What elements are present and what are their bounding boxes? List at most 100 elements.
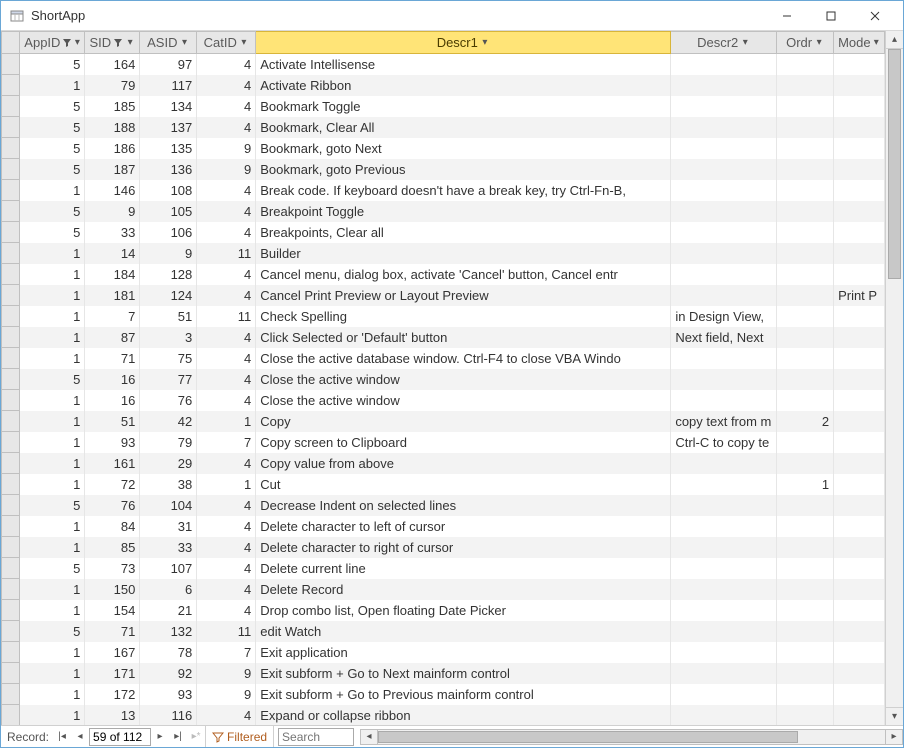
cell-ASID[interactable]: 29: [140, 453, 197, 474]
cell-AppID[interactable]: 1: [20, 684, 85, 705]
cell-ASID[interactable]: 116: [140, 705, 197, 726]
cell-Descr2[interactable]: [671, 495, 777, 516]
cell-SID[interactable]: 33: [85, 222, 140, 243]
record-position-input[interactable]: [89, 728, 151, 746]
table-row[interactable]: 51861359Bookmark, goto Next: [2, 138, 885, 159]
cell-Ordr[interactable]: [777, 600, 834, 621]
row-selector[interactable]: [2, 705, 20, 726]
table-row[interactable]: 1154214Drop combo list, Open floating Da…: [2, 600, 885, 621]
cell-AppID[interactable]: 5: [20, 369, 85, 390]
cell-Descr1[interactable]: Cut: [256, 474, 671, 495]
cell-Descr2[interactable]: [671, 285, 777, 306]
cell-Descr2[interactable]: [671, 558, 777, 579]
cell-SID[interactable]: 164: [85, 54, 140, 75]
row-selector[interactable]: [2, 117, 20, 138]
row-selector[interactable]: [2, 579, 20, 600]
cell-ASID[interactable]: 3: [140, 327, 197, 348]
hscroll-thumb[interactable]: [378, 731, 798, 743]
cell-Ordr[interactable]: [777, 180, 834, 201]
cell-Ordr[interactable]: [777, 558, 834, 579]
cell-Ordr[interactable]: [777, 327, 834, 348]
cell-ASID[interactable]: 78: [140, 642, 197, 663]
cell-SID[interactable]: 186: [85, 138, 140, 159]
row-selector[interactable]: [2, 642, 20, 663]
nav-new-button[interactable]: ▸*: [187, 728, 205, 746]
dropdown-icon[interactable]: ▾: [740, 37, 750, 48]
table-row[interactable]: 57113211edit Watch: [2, 621, 885, 642]
cell-Descr2[interactable]: [671, 684, 777, 705]
scroll-thumb[interactable]: [888, 49, 901, 279]
cell-SID[interactable]: 14: [85, 243, 140, 264]
table-row[interactable]: 172381Cut1: [2, 474, 885, 495]
cell-ASID[interactable]: 21: [140, 600, 197, 621]
cell-Mode[interactable]: Print P: [834, 285, 885, 306]
cell-AppID[interactable]: 1: [20, 537, 85, 558]
cell-ASID[interactable]: 42: [140, 411, 197, 432]
table-row[interactable]: 5331064Breakpoints, Clear all: [2, 222, 885, 243]
nav-next-button[interactable]: ▸: [151, 728, 169, 746]
cell-Mode[interactable]: [834, 180, 885, 201]
column-header-Descr2[interactable]: Descr2▾: [671, 32, 777, 54]
cell-SID[interactable]: 167: [85, 642, 140, 663]
cell-CatID[interactable]: 1: [197, 411, 256, 432]
cell-Ordr[interactable]: [777, 663, 834, 684]
nav-last-button[interactable]: ▸|: [169, 728, 187, 746]
cell-ASID[interactable]: 97: [140, 54, 197, 75]
cell-Descr1[interactable]: Click Selected or 'Default' button: [256, 327, 671, 348]
cell-Mode[interactable]: [834, 537, 885, 558]
row-selector[interactable]: [2, 516, 20, 537]
cell-AppID[interactable]: 1: [20, 600, 85, 621]
close-button[interactable]: [853, 2, 897, 30]
cell-Descr1[interactable]: Check Spelling: [256, 306, 671, 327]
cell-Descr1[interactable]: Cancel Print Preview or Layout Preview: [256, 285, 671, 306]
cell-Descr2[interactable]: [671, 75, 777, 96]
cell-ASID[interactable]: 38: [140, 474, 197, 495]
cell-SID[interactable]: 188: [85, 117, 140, 138]
row-selector[interactable]: [2, 390, 20, 411]
cell-CatID[interactable]: 4: [197, 222, 256, 243]
cell-CatID[interactable]: 4: [197, 600, 256, 621]
cell-Descr2[interactable]: [671, 159, 777, 180]
cell-Mode[interactable]: [834, 642, 885, 663]
cell-AppID[interactable]: 1: [20, 327, 85, 348]
cell-Ordr[interactable]: [777, 54, 834, 75]
cell-ASID[interactable]: 104: [140, 495, 197, 516]
cell-Descr2[interactable]: [671, 390, 777, 411]
cell-Ordr[interactable]: [777, 222, 834, 243]
cell-ASID[interactable]: 6: [140, 579, 197, 600]
cell-SID[interactable]: 13: [85, 705, 140, 726]
cell-Descr1[interactable]: Breakpoint Toggle: [256, 201, 671, 222]
cell-ASID[interactable]: 33: [140, 537, 197, 558]
column-header-AppID[interactable]: AppID▾: [20, 32, 85, 54]
cell-Mode[interactable]: [834, 579, 885, 600]
cell-Descr1[interactable]: Cancel menu, dialog box, activate 'Cance…: [256, 264, 671, 285]
cell-CatID[interactable]: 11: [197, 306, 256, 327]
cell-CatID[interactable]: 9: [197, 663, 256, 684]
cell-ASID[interactable]: 31: [140, 516, 197, 537]
cell-AppID[interactable]: 1: [20, 243, 85, 264]
cell-SID[interactable]: 150: [85, 579, 140, 600]
cell-Descr2[interactable]: [671, 516, 777, 537]
cell-CatID[interactable]: 4: [197, 558, 256, 579]
row-selector[interactable]: [2, 663, 20, 684]
cell-SID[interactable]: 171: [85, 663, 140, 684]
scroll-down-arrow[interactable]: ▾: [886, 707, 903, 725]
cell-Descr1[interactable]: Decrease Indent on selected lines: [256, 495, 671, 516]
cell-Descr2[interactable]: [671, 663, 777, 684]
cell-Descr1[interactable]: Expand or collapse ribbon: [256, 705, 671, 726]
cell-ASID[interactable]: 124: [140, 285, 197, 306]
cell-AppID[interactable]: 5: [20, 54, 85, 75]
cell-Descr2[interactable]: [671, 369, 777, 390]
table-row[interactable]: 175111Check Spellingin Design View,: [2, 306, 885, 327]
cell-AppID[interactable]: 1: [20, 474, 85, 495]
cell-AppID[interactable]: 5: [20, 558, 85, 579]
table-row[interactable]: 151421Copycopy text from m2: [2, 411, 885, 432]
cell-Mode[interactable]: [834, 159, 885, 180]
cell-Descr1[interactable]: Exit application: [256, 642, 671, 663]
cell-ASID[interactable]: 137: [140, 117, 197, 138]
cell-AppID[interactable]: 1: [20, 663, 85, 684]
cell-Descr2[interactable]: [671, 243, 777, 264]
row-selector[interactable]: [2, 495, 20, 516]
cell-Descr1[interactable]: Bookmark Toggle: [256, 96, 671, 117]
table-row[interactable]: 184314Delete character to left of cursor: [2, 516, 885, 537]
